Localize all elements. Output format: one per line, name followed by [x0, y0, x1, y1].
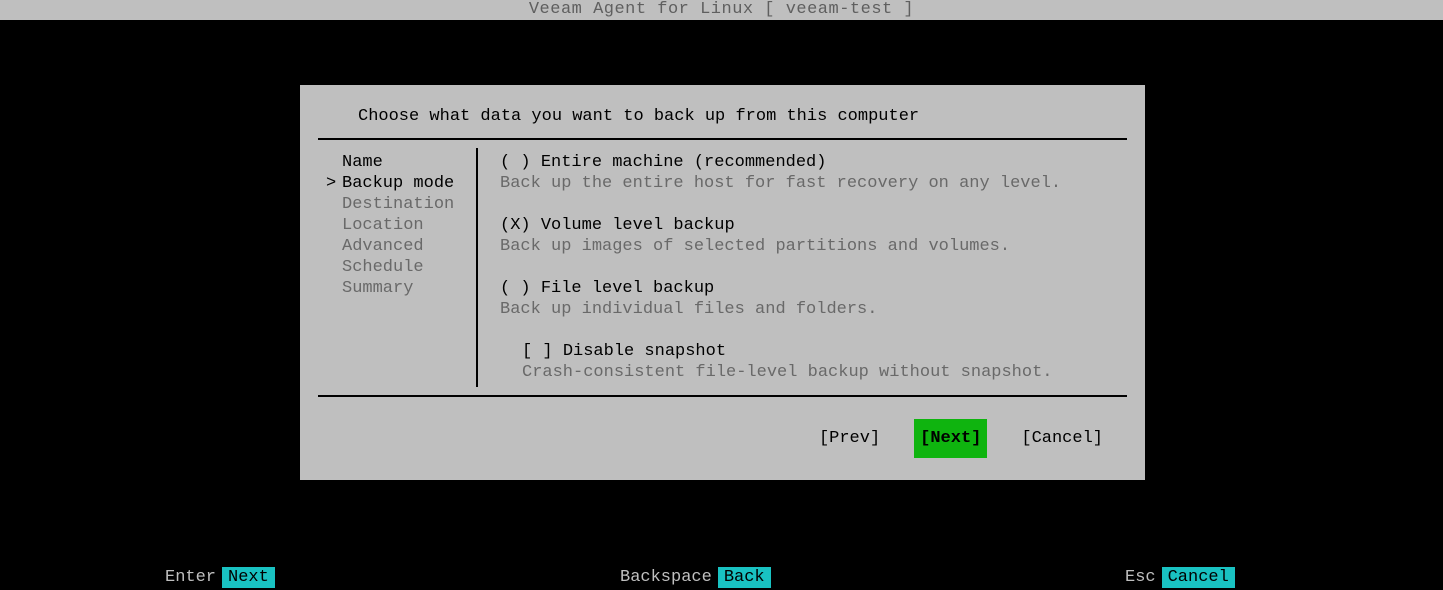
nav-step-schedule[interactable]: Schedule	[326, 257, 468, 278]
key-label: Enter	[165, 568, 216, 587]
option-desc: Back up the entire host for fast recover…	[500, 173, 1117, 194]
option-file-level[interactable]: ( ) File level backup Back up individual…	[500, 278, 1117, 320]
backup-mode-options: ( ) Entire machine (recommended) Back up…	[478, 148, 1127, 387]
prev-button[interactable]: [Prev]	[813, 419, 886, 458]
option-label: Entire machine (recommended)	[541, 153, 827, 172]
option-disable-snapshot[interactable]: [ ] Disable snapshot Crash-consistent fi…	[500, 341, 1117, 383]
radio-icon: (X)	[500, 216, 531, 235]
titlebar: Veeam Agent for Linux [ veeam-test ]	[0, 0, 1443, 20]
radio-icon: ( )	[500, 279, 531, 298]
nav-step-advanced[interactable]: Advanced	[326, 236, 468, 257]
key-label: Esc	[1125, 568, 1156, 587]
hint-backspace-back: Backspace Back	[620, 567, 771, 588]
option-desc: Crash-consistent file-level backup witho…	[522, 362, 1117, 383]
backup-wizard-dialog: Choose what data you want to back up fro…	[300, 85, 1145, 480]
option-volume-level[interactable]: (X) Volume level backup Back up images o…	[500, 215, 1117, 257]
nav-step-backup-mode[interactable]: >Backup mode	[326, 173, 468, 194]
hint-esc-cancel: Esc Cancel	[1125, 567, 1235, 588]
dialog-heading: Choose what data you want to back up fro…	[318, 103, 1127, 140]
dialog-body: Name >Backup mode Destination Location A…	[318, 140, 1127, 397]
option-label: File level backup	[541, 279, 714, 298]
nav-step-summary[interactable]: Summary	[326, 278, 468, 299]
key-action[interactable]: Cancel	[1162, 567, 1235, 588]
option-label: Volume level backup	[541, 216, 735, 235]
wizard-steps-nav: Name >Backup mode Destination Location A…	[318, 148, 478, 387]
key-action[interactable]: Next	[222, 567, 275, 588]
radio-icon: ( )	[500, 153, 531, 172]
nav-step-location[interactable]: Location	[326, 215, 468, 236]
key-label: Backspace	[620, 568, 712, 587]
next-button[interactable]: [Next]	[914, 419, 987, 458]
option-entire-machine[interactable]: ( ) Entire machine (recommended) Back up…	[500, 152, 1117, 194]
nav-step-name[interactable]: Name	[326, 152, 468, 173]
hint-enter-next: Enter Next	[165, 567, 275, 588]
dialog-buttons: [Prev] [Next] [Cancel]	[300, 397, 1145, 466]
checkbox-icon: [ ]	[522, 342, 553, 361]
option-desc: Back up individual files and folders.	[500, 299, 1117, 320]
nav-step-destination[interactable]: Destination	[326, 194, 468, 215]
option-desc: Back up images of selected partitions an…	[500, 236, 1117, 257]
cancel-button[interactable]: [Cancel]	[1015, 419, 1109, 458]
footer-key-hints: Enter Next Backspace Back Esc Cancel	[0, 566, 1443, 588]
option-label: Disable snapshot	[563, 342, 726, 361]
key-action[interactable]: Back	[718, 567, 771, 588]
